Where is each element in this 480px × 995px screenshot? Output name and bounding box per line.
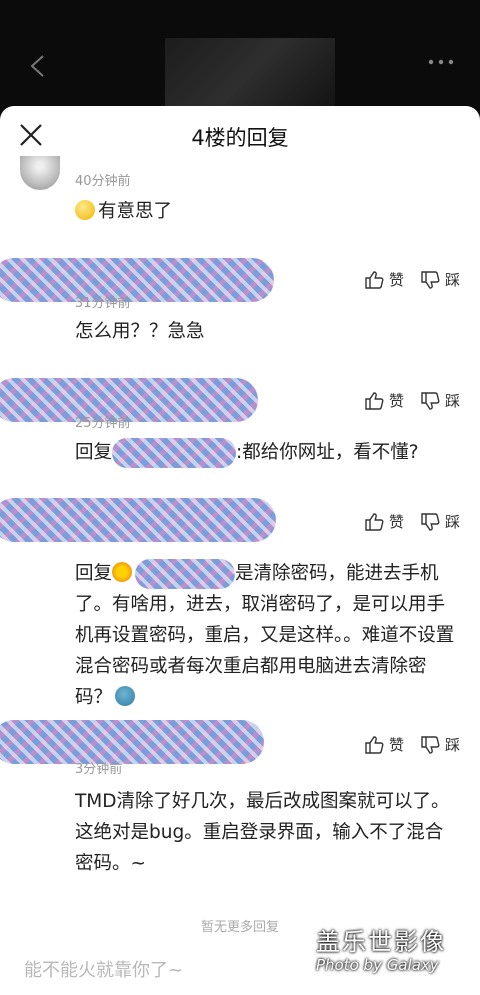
dislike-label: 踩 (444, 271, 460, 289)
comment-actions: 赞 踩 (364, 269, 460, 290)
dislike-button[interactable]: 踩 (420, 390, 460, 411)
avatar[interactable] (20, 156, 60, 190)
thumbs-down-icon (421, 270, 440, 289)
like-button[interactable]: 赞 (364, 269, 404, 290)
dislike-button[interactable]: 踩 (420, 511, 460, 532)
post-image (165, 38, 335, 108)
comment-actions: 赞 踩 (364, 390, 460, 411)
comment-time: 40分钟前 (75, 174, 131, 189)
like-button[interactable]: 赞 (364, 511, 404, 532)
watermark-title: 盖乐世影像 (316, 928, 446, 956)
thumbs-down-icon (421, 735, 440, 754)
like-button[interactable]: 赞 (364, 734, 404, 755)
comment-time: 25分钟前 (75, 416, 131, 431)
sad-emoji-icon (115, 686, 136, 706)
like-label: 赞 (388, 513, 404, 531)
thumbs-up-icon (365, 391, 384, 410)
thumbs-up-icon (365, 270, 384, 289)
more-icon[interactable] (428, 58, 454, 66)
comment-actions: 赞 踩 (364, 734, 460, 755)
watermark-subtitle: Photo by Galaxy (316, 956, 439, 974)
like-button[interactable]: 赞 (364, 390, 404, 411)
redacted-username (0, 498, 276, 542)
back-icon[interactable] (28, 54, 48, 78)
redacted-mention (112, 438, 237, 468)
redacted-username (0, 720, 264, 764)
sheet-header: 4楼的回复 (0, 106, 480, 162)
watermark: 盖乐世影像 Photo by Galaxy (316, 928, 466, 974)
page-title: 4楼的回复 (191, 126, 289, 150)
like-label: 赞 (388, 392, 404, 410)
comment-text: 怎么用？？急急 (75, 321, 205, 342)
reply-input[interactable]: 能不能火就靠你了~ (24, 956, 183, 982)
comment-time: 3分钟前 (75, 762, 123, 777)
comment-time: 31分钟前 (75, 296, 131, 311)
dislike-label: 踩 (444, 392, 460, 410)
thumbs-up-icon (365, 512, 384, 531)
comment-text: 有意思了 (75, 196, 460, 227)
dislike-label: 踩 (444, 513, 460, 531)
like-label: 赞 (388, 736, 404, 754)
redacted-mention (135, 559, 236, 589)
comment-actions: 赞 踩 (364, 511, 460, 532)
comment-text: 回复:都给你网址，看不懂? (75, 437, 460, 468)
like-label: 赞 (388, 271, 404, 289)
redacted-username (0, 258, 274, 302)
thumbs-down-icon (421, 512, 440, 531)
comment-text: TMD清除了好几次，最后改成图案就可以了。这绝对是bug。重启登录界面，输入不了… (75, 791, 450, 874)
thumbs-down-icon (421, 391, 440, 410)
sun-emoji-icon (112, 562, 133, 582)
dislike-button[interactable]: 踩 (420, 734, 460, 755)
dislike-button[interactable]: 踩 (420, 269, 460, 290)
dislike-label: 踩 (444, 736, 460, 754)
comment-text: 回复 是清除密码，能进去手机了。有啥用，进去，取消密码了，是可以用手机再设置密码，… (75, 558, 460, 713)
smile-emoji-icon (75, 200, 95, 220)
thumbs-up-icon (365, 735, 384, 754)
reply-sheet: 4楼的回复 40分钟前 有意思了 赞 踩 31分钟前 怎么用？？急急 赞 踩 2… (0, 106, 480, 995)
